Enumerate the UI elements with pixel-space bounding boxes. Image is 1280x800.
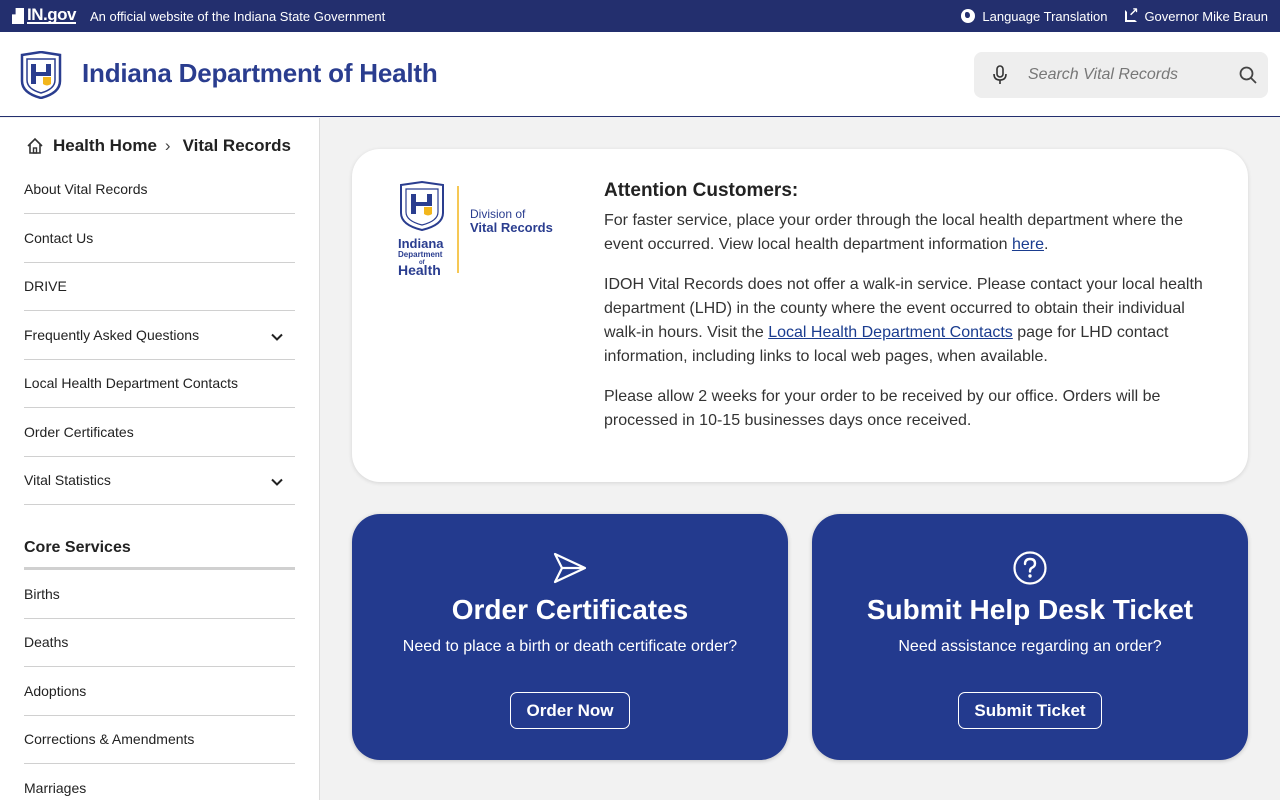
notice-paragraph-3: Please allow 2 weeks for your order to b… <box>604 388 1161 429</box>
ingov-logo[interactable]: IN.gov <box>12 6 76 24</box>
sidebar-item-about[interactable]: About Vital Records <box>24 164 295 214</box>
card-title: Order Certificates <box>451 594 689 625</box>
site-header: Indiana Department of Health <box>0 32 1280 117</box>
sidebar-item-lhd-contacts[interactable]: Local Health Department Contacts <box>24 360 295 408</box>
sidebar-item-births[interactable]: Births <box>24 570 295 619</box>
core-services-heading: Core Services <box>24 539 295 570</box>
idoh-shield-logo-icon[interactable] <box>20 51 62 99</box>
vital-records-nav: About Vital Records Contact Us DRIVE Fre… <box>24 164 295 505</box>
card-subtitle: Need assistance regarding an order? <box>898 638 1162 655</box>
breadcrumb: Health Home › Vital Records <box>26 136 291 156</box>
order-now-button[interactable]: Order Now <box>510 692 630 729</box>
dept-logo-line2: Department <box>398 250 443 259</box>
sidebar-item-marriages[interactable]: Marriages <box>24 764 295 800</box>
microphone-icon[interactable] <box>992 65 1008 85</box>
attention-notice-card: Indiana Department of Health Division of… <box>352 149 1248 482</box>
sidebar-item-adoptions[interactable]: Adoptions <box>24 667 295 716</box>
sidebar: Health Home › Vital Records About Vital … <box>0 118 320 800</box>
card-title: Submit Help Desk Ticket <box>866 594 1194 625</box>
notice-paragraph-1: For faster service, place your order thr… <box>604 212 1183 253</box>
notice-title: Attention Customers: <box>604 180 799 201</box>
external-link-icon <box>1125 5 1139 22</box>
sidebar-item-faq[interactable]: Frequently Asked Questions <box>24 311 295 360</box>
search-input[interactable] <box>1028 52 1228 98</box>
home-icon[interactable] <box>26 137 44 155</box>
globe-icon <box>961 9 976 23</box>
sidebar-item-contact[interactable]: Contact Us <box>24 214 295 263</box>
question-circle-icon <box>1013 551 1047 585</box>
lhd-info-link[interactable]: here <box>1012 236 1044 253</box>
sidebar-item-vital-statistics[interactable]: Vital Statistics <box>24 457 295 505</box>
official-site-text: An official website of the Indiana State… <box>89 8 386 24</box>
site-title[interactable]: Indiana Department of Health <box>82 58 438 89</box>
chevron-down-icon[interactable] <box>271 476 283 488</box>
search-icon[interactable] <box>1239 66 1257 84</box>
language-translation-link[interactable]: Language Translation <box>961 9 1107 24</box>
gov-topbar: IN.gov An official website of the Indian… <box>0 0 1280 32</box>
paper-plane-icon <box>553 552 587 584</box>
lhd-contacts-link[interactable]: Local Health Department Contacts <box>768 324 1013 341</box>
sidebar-item-drive[interactable]: DRIVE <box>24 263 295 311</box>
sidebar-item-deaths[interactable]: Deaths <box>24 619 295 667</box>
chevron-right-icon: › <box>164 136 171 155</box>
breadcrumb-home[interactable]: Health Home <box>53 136 157 156</box>
notice-body: Attention Customers: For faster service,… <box>604 179 1204 449</box>
order-certificates-card: Order Certificates Need to place a birth… <box>352 514 788 760</box>
dept-logo-line1: Indiana <box>398 236 444 251</box>
governor-link[interactable]: Governor Mike Braun <box>1125 5 1268 24</box>
core-services-nav: Births Deaths Adoptions Corrections & Am… <box>24 570 295 800</box>
submit-ticket-button[interactable]: Submit Ticket <box>958 692 1102 729</box>
sidebar-item-corrections[interactable]: Corrections & Amendments <box>24 716 295 764</box>
division-name: Vital Records <box>470 220 553 235</box>
notice-paragraph-2: IDOH Vital Records does not offer a walk… <box>604 276 1203 365</box>
ingov-mark-icon <box>12 8 24 24</box>
division-of-vital-records-logo: Indiana Department of Health Division of… <box>398 181 553 278</box>
dept-logo-line4: Health <box>398 262 441 278</box>
breadcrumb-current: Vital Records <box>182 136 291 155</box>
sidebar-item-order-certificates[interactable]: Order Certificates <box>24 408 295 457</box>
chevron-down-icon[interactable] <box>271 331 283 343</box>
help-desk-card: Submit Help Desk Ticket Need assistance … <box>812 514 1248 760</box>
search-box <box>974 52 1268 98</box>
card-subtitle: Need to place a birth or death certifica… <box>402 638 738 655</box>
division-label: Division of <box>470 207 526 221</box>
